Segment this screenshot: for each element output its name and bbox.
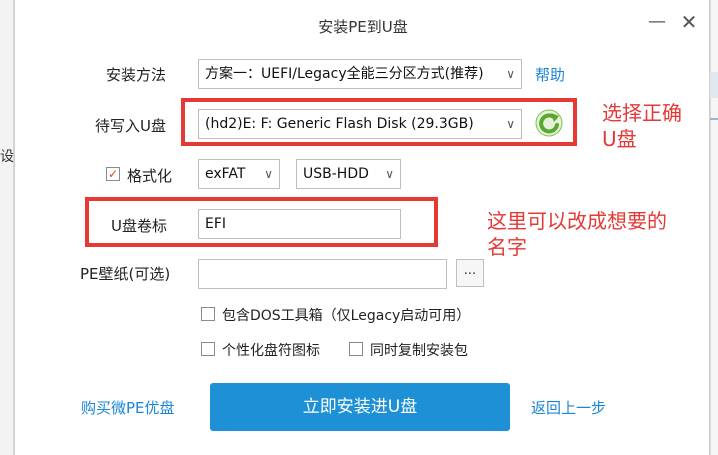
chevron-down-icon: ∨ [385, 167, 394, 181]
background-window-text: 设 [0, 149, 14, 165]
help-link[interactable]: 帮助 [535, 64, 565, 85]
chevron-down-icon: ∨ [506, 67, 515, 81]
volume-label-annotation-line1: 这里可以改成想要的 [487, 209, 667, 233]
copy-installer-checkbox[interactable] [349, 342, 363, 356]
background-window-highlight [710, 72, 718, 98]
back-link[interactable]: 返回上一步 [531, 397, 606, 418]
filesystem-select[interactable]: exFAT ∨ [198, 159, 280, 189]
close-button[interactable]: ✕ [679, 12, 699, 32]
install-method-value: 方案一：UEFI/Legacy全能三分区方式(推荐) [205, 66, 484, 82]
install-method-select[interactable]: 方案一：UEFI/Legacy全能三分区方式(推荐) ∨ [198, 59, 522, 89]
dialog-title: 安装PE到U盘 [318, 18, 408, 36]
background-window-underline [710, 118, 718, 120]
target-disk-label: 待写入U盘 [95, 117, 166, 135]
volume-label-highlight-box [85, 197, 438, 247]
format-label: 格式化 [127, 167, 173, 185]
install-method-label: 安装方法 [106, 66, 167, 84]
personal-icon-label: 个性化盘符图标 [222, 343, 320, 359]
install-to-usb-button[interactable]: 立即安装进U盘 [210, 383, 510, 431]
wallpaper-label: PE壁纸(可选) [80, 265, 171, 283]
chevron-down-icon: ∨ [264, 167, 273, 181]
copy-installer-label: 同时复制安装包 [370, 343, 468, 359]
minimize-button[interactable]: — [647, 12, 667, 32]
boot-mode-select[interactable]: USB-HDD ∨ [296, 159, 401, 189]
personal-icon-checkbox[interactable] [201, 342, 215, 356]
disk-highlight-box [181, 98, 577, 146]
wallpaper-input[interactable] [198, 259, 447, 289]
buy-usb-link[interactable]: 购买微PE优盘 [81, 397, 175, 418]
background-window-left [0, 0, 14, 455]
disk-annotation: 选择正确 U盘 [602, 100, 682, 152]
disk-annotation-line1: 选择正确 [602, 101, 682, 125]
volume-label-annotation-line2: 名字 [487, 235, 527, 259]
disk-annotation-line2: U盘 [602, 127, 637, 151]
format-checkbox[interactable]: ✓ [106, 167, 120, 181]
install-pe-dialog: 安装PE到U盘 — ✕ 安装方法 方案一：UEFI/Legacy全能三分区方式(… [14, 0, 710, 455]
browse-button[interactable]: ... [456, 259, 484, 287]
filesystem-value: exFAT [205, 166, 246, 182]
volume-label-annotation: 这里可以改成想要的 名字 [487, 208, 667, 260]
dos-toolbox-label: 包含DOS工具箱（仅Legacy启动可用） [222, 308, 471, 324]
boot-mode-value: USB-HDD [303, 166, 369, 182]
dos-toolbox-checkbox[interactable] [201, 307, 215, 321]
background-window-right [710, 0, 718, 455]
